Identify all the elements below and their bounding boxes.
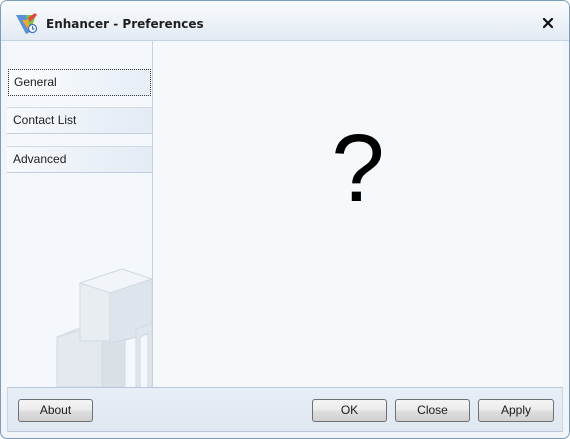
about-button[interactable]: About xyxy=(18,399,93,422)
window-title: Enhancer - Preferences xyxy=(46,17,204,31)
close-icon[interactable] xyxy=(539,14,557,32)
sidebar-item-advanced[interactable]: Advanced xyxy=(7,146,152,173)
title-bar[interactable]: Enhancer - Preferences xyxy=(1,1,569,41)
preferences-content-pane: ? xyxy=(153,41,563,387)
app-logo-icon xyxy=(14,12,40,36)
preferences-window: Enhancer - Preferences General Contact L… xyxy=(0,0,570,439)
unknown-page-placeholder: ? xyxy=(331,115,385,222)
sidebar-item-general[interactable]: General xyxy=(8,69,151,96)
preferences-sidebar: General Contact List Advanced xyxy=(7,41,153,387)
stacked-boxes-illustration xyxy=(52,267,152,387)
sidebar-item-contact-list[interactable]: Contact List xyxy=(7,107,152,134)
ok-button[interactable]: OK xyxy=(312,399,387,422)
button-bar: About OK Close Apply xyxy=(7,387,563,432)
close-button[interactable]: Close xyxy=(395,399,470,422)
apply-button[interactable]: Apply xyxy=(478,399,554,422)
